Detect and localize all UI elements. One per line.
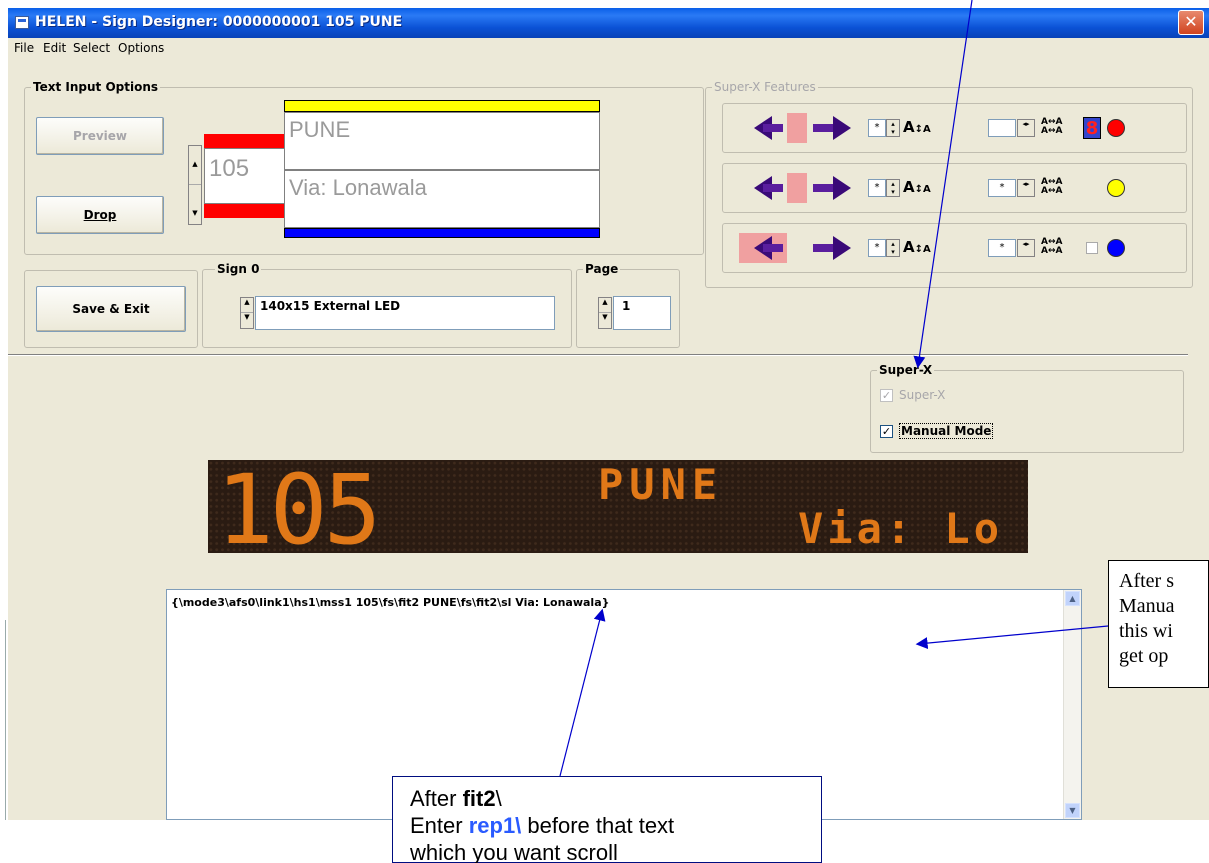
callout-bottom-line3: which you want scroll [410,840,618,863]
callout-right: After s Manua this wi get op [1108,560,1209,688]
callout-text: Enter [410,813,469,838]
callout-right-line: After s [1119,570,1174,592]
arrow-to-super-x [913,0,973,369]
callout-text: \ [495,786,502,811]
callout-bottom-line1: After fit2\ [410,785,821,812]
callout-text: After [410,786,463,811]
callout-right-line: Manua [1119,595,1175,617]
callout-right-line: get op [1119,645,1169,667]
callout-text: before that text [521,813,675,838]
callout-fit2: fit2 [462,786,496,811]
arrow-to-text-area [915,625,1109,650]
callout-bottom-line2: Enter rep1\ before that text [410,812,821,839]
annotation-arrows [559,0,1109,777]
arrow-to-code-text [559,608,606,777]
callout-bottom: After fit2\ Enter rep1\ before that text… [392,776,822,863]
callout-right-line: this wi [1119,620,1173,642]
callout-rep1: rep1\ [468,813,522,838]
